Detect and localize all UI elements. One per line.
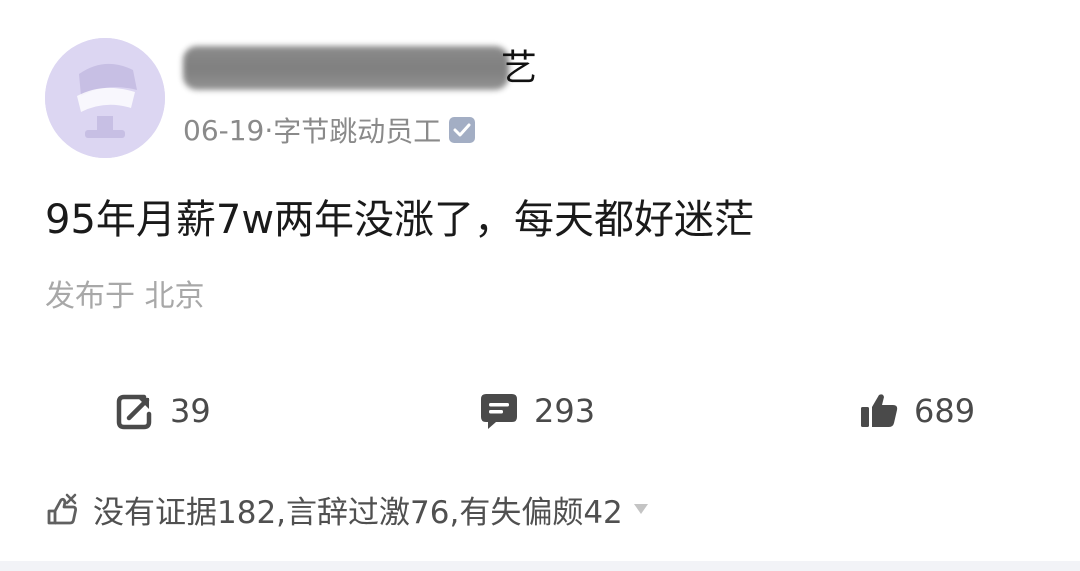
comment-count: 293: [534, 392, 596, 430]
post-content: 95年月薪7w两年没涨了，每天都好迷茫: [45, 197, 755, 243]
like-count: 689: [914, 392, 976, 430]
comment-icon: [481, 394, 517, 429]
like-button[interactable]: 689: [858, 385, 975, 437]
meta-separator: ·: [264, 113, 274, 147]
redacted-name-blur: [183, 46, 509, 90]
avatar-illustration: [45, 38, 165, 158]
post-location: 发布于 北京: [45, 279, 205, 314]
thumbs-up-icon: [861, 394, 898, 427]
dislike-feedback-icon: [47, 493, 77, 525]
share-count: 39: [170, 392, 211, 430]
author-name-tail: 艺: [501, 48, 538, 89]
post-date: 06-19: [183, 113, 265, 147]
action-bar: 39 293 689: [0, 385, 1080, 437]
chevron-down-icon[interactable]: [633, 503, 649, 515]
feedback-text: 没有证据182,言辞过激76,有失偏颇42: [93, 494, 623, 531]
company-tag[interactable]: 字节跳动员工: [273, 110, 441, 150]
comment-button[interactable]: 293: [478, 385, 595, 437]
share-icon: [116, 394, 152, 430]
feedback-summary[interactable]: 没有证据182,言辞过激76,有失偏颇42: [45, 486, 649, 532]
share-button[interactable]: 39: [114, 385, 211, 437]
verified-badge-icon: [449, 117, 476, 143]
post-meta: 06-19 · 字节跳动员工: [183, 110, 476, 150]
card-bottom-divider: [0, 561, 1080, 571]
author-name[interactable]: 艺: [183, 46, 537, 92]
author-avatar[interactable]: [45, 38, 165, 158]
